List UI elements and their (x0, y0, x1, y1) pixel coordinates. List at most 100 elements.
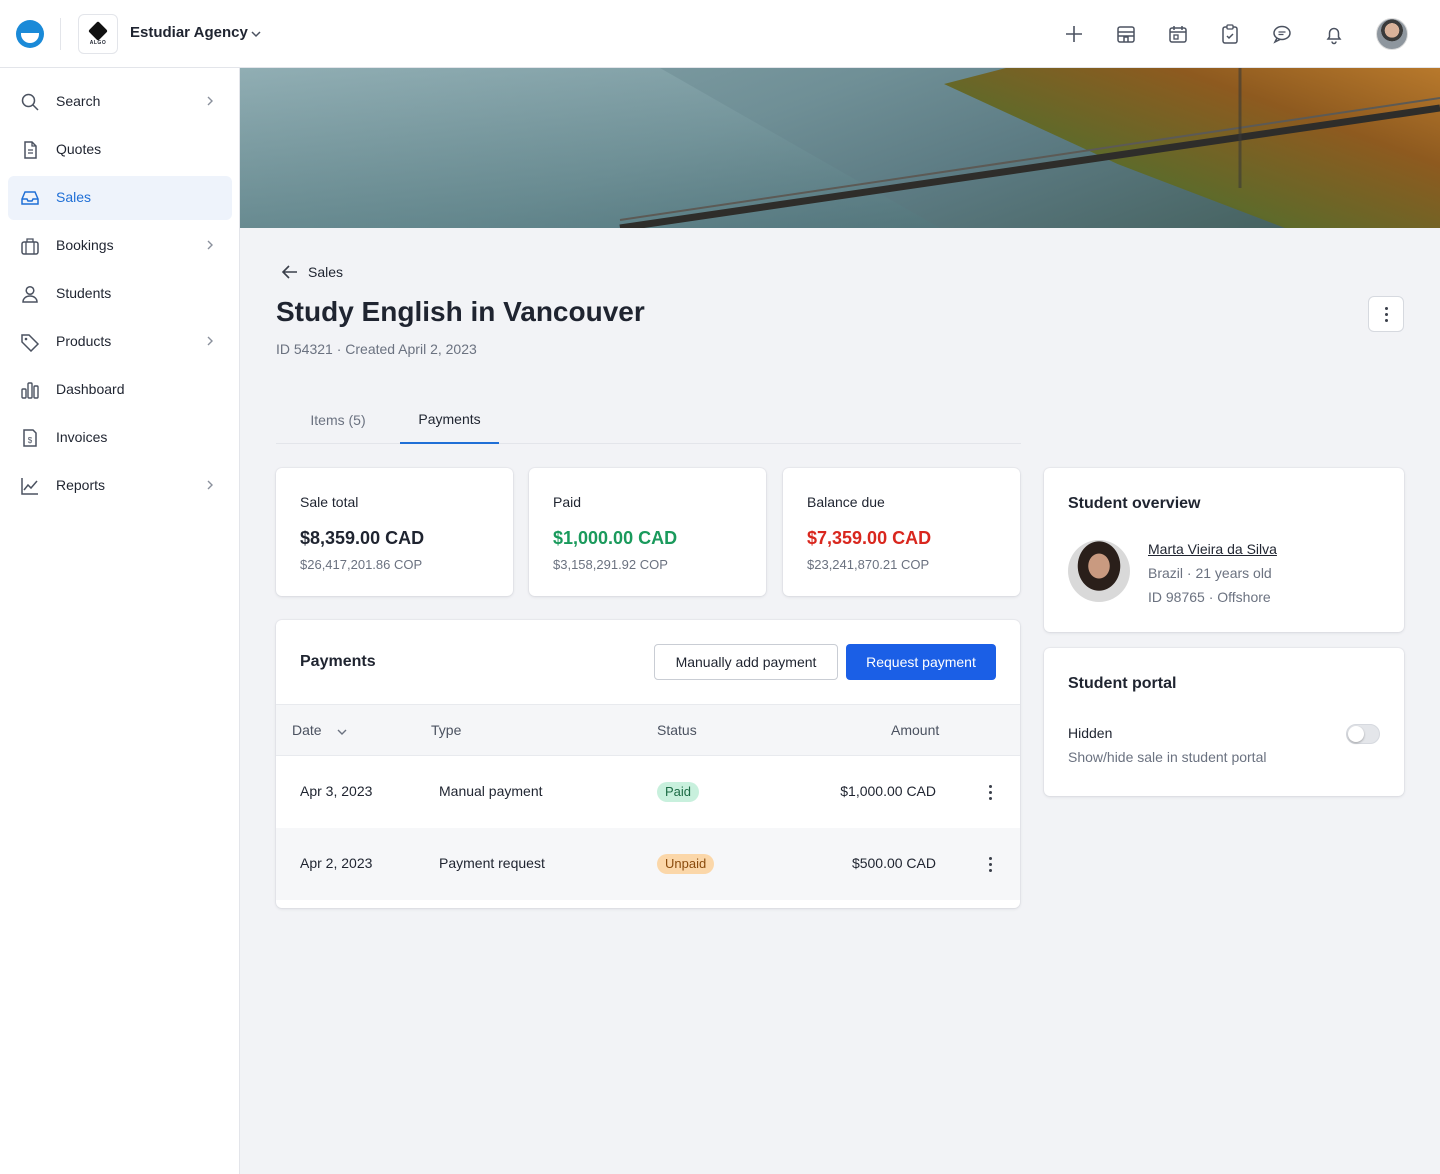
arrow-left-icon (281, 265, 297, 279)
student-name-link[interactable]: Marta Vieira da Silva (1148, 541, 1277, 557)
svg-text:$: $ (28, 436, 33, 445)
student-portal-card: Student portal Hidden Show/hide sale in … (1044, 648, 1404, 796)
chevron-right-icon (207, 480, 213, 490)
chevron-right-icon (207, 240, 213, 250)
calendar-icon[interactable] (1166, 22, 1190, 46)
sidebar-item-search[interactable]: Search (8, 80, 232, 124)
student-portal-title: Student portal (1068, 675, 1177, 692)
sidebar-item-bookings[interactable]: Bookings (8, 224, 232, 268)
stat-value: $7,359.00 CAD (807, 528, 932, 548)
tab-items[interactable]: Items (5) (292, 396, 384, 444)
sidebar-item-label: Bookings (56, 237, 114, 253)
column-header-status: Status (657, 722, 697, 738)
sidebar: Search Quotes Sales Bookings Students Pr… (0, 68, 240, 1174)
more-vertical-icon (988, 784, 992, 800)
user-avatar[interactable] (1376, 18, 1408, 50)
payment-amount: $1,000.00 CAD (840, 783, 936, 799)
payments-title: Payments (300, 653, 376, 670)
top-bar: ALGO Estudiar Agency (0, 0, 1440, 68)
more-options-button[interactable] (1368, 296, 1404, 332)
stat-value: $8,359.00 CAD (300, 528, 425, 548)
sidebar-item-students[interactable]: Students (8, 272, 232, 316)
stat-card-paid: Paid $1,000.00 CAD $3,158,291.92 COP (529, 468, 766, 596)
chevron-right-icon (207, 336, 213, 346)
manually-add-payment-button[interactable]: Manually add payment (654, 644, 838, 680)
stat-sub: $26,417,201.86 COP (300, 557, 423, 572)
sidebar-item-label: Reports (56, 477, 106, 493)
status-badge: Unpaid (657, 854, 715, 874)
student-overview-card: Student overview Marta Vieira da Silva B… (1044, 468, 1404, 632)
bell-icon[interactable] (1322, 22, 1346, 46)
breadcrumb-label: Sales (308, 264, 344, 280)
sidebar-item-sales[interactable]: Sales (8, 176, 232, 220)
table-row[interactable]: Apr 2, 2023 Payment request Unpaid $500.… (276, 828, 1020, 900)
divider (60, 18, 61, 50)
column-header-date[interactable]: Date (292, 722, 322, 738)
sidebar-item-reports[interactable]: Reports (8, 464, 232, 508)
row-more-options-button[interactable] (982, 782, 998, 802)
chevron-down-icon[interactable] (336, 726, 348, 738)
sidebar-item-label: Quotes (56, 141, 102, 157)
storefront-icon[interactable] (1114, 22, 1138, 46)
chat-icon[interactable] (1270, 22, 1294, 46)
stat-sub: $3,158,291.92 COP (553, 557, 668, 572)
sidebar-item-invoices[interactable]: $ Invoices (8, 416, 232, 460)
sidebar-item-label: Invoices (56, 429, 108, 445)
page-title: Study English in Vancouver (276, 296, 645, 327)
payment-date: Apr 3, 2023 (300, 783, 373, 799)
payment-amount: $500.00 CAD (851, 855, 936, 871)
column-header-amount: Amount (891, 722, 940, 738)
tab-payments[interactable]: Payments (400, 396, 499, 444)
line-chart-icon (21, 478, 38, 495)
briefcase-icon (21, 238, 39, 255)
request-payment-button[interactable]: Request payment (846, 644, 996, 680)
stat-label: Balance due (807, 494, 885, 510)
payments-card: Payments Manually add payment Request pa… (276, 620, 1020, 908)
more-vertical-icon (1384, 306, 1388, 322)
stat-sub: $23,241,870.21 COP (807, 557, 930, 572)
stat-card-sale-total: Sale total $8,359.00 CAD $26,417,201.86 … (276, 468, 513, 596)
sidebar-item-quotes[interactable]: Quotes (8, 128, 232, 172)
invoice-icon: $ (23, 429, 37, 447)
sidebar-item-label: Dashboard (56, 381, 125, 397)
tag-icon (21, 334, 40, 352)
bridge-graphic (619, 68, 1440, 228)
app-logo[interactable] (16, 20, 44, 48)
sidebar-item-label: Search (56, 93, 101, 109)
student-avatar (1068, 540, 1130, 602)
portal-visibility-label: Hidden (1068, 725, 1113, 741)
hero-banner-image (240, 68, 1440, 228)
user-icon (22, 285, 38, 303)
sidebar-item-label: Students (56, 285, 112, 301)
cube-icon (88, 21, 108, 41)
stat-label: Sale total (300, 494, 359, 510)
payment-type: Payment request (439, 855, 545, 871)
sidebar-item-products[interactable]: Products (8, 320, 232, 364)
table-row[interactable]: Apr 3, 2023 Manual payment Paid $1,000.0… (276, 756, 1020, 828)
search-icon (21, 93, 39, 111)
clipboard-check-icon[interactable] (1218, 22, 1242, 46)
agency-logo[interactable]: ALGO (78, 14, 118, 54)
tab-bar: Items (5) Payments (276, 396, 1021, 444)
column-header-type: Type (431, 722, 462, 738)
back-to-sales-link[interactable]: Sales (280, 262, 343, 282)
bar-chart-icon (21, 382, 39, 399)
agency-switcher[interactable]: Estudiar Agency (130, 24, 248, 41)
table-header: Date Type Status Amount (276, 704, 1020, 756)
plus-icon[interactable] (1062, 22, 1086, 46)
chevron-down-icon[interactable] (249, 27, 263, 41)
student-info: Brazil · 21 years old (1148, 565, 1272, 581)
status-badge: Paid (657, 782, 700, 802)
row-more-options-button[interactable] (982, 854, 998, 874)
student-overview-title: Student overview (1068, 495, 1201, 512)
document-icon (24, 141, 37, 159)
payment-date: Apr 2, 2023 (300, 855, 373, 871)
inbox-icon (21, 191, 39, 205)
portal-visibility-description: Show/hide sale in student portal (1068, 749, 1267, 765)
portal-visibility-toggle[interactable] (1346, 724, 1380, 744)
more-vertical-icon (988, 856, 992, 872)
stat-label: Paid (553, 494, 582, 510)
page-meta: ID 54321 · Created April 2, 2023 (276, 341, 477, 357)
agency-logo-text: ALGO (89, 40, 107, 46)
sidebar-item-dashboard[interactable]: Dashboard (8, 368, 232, 412)
